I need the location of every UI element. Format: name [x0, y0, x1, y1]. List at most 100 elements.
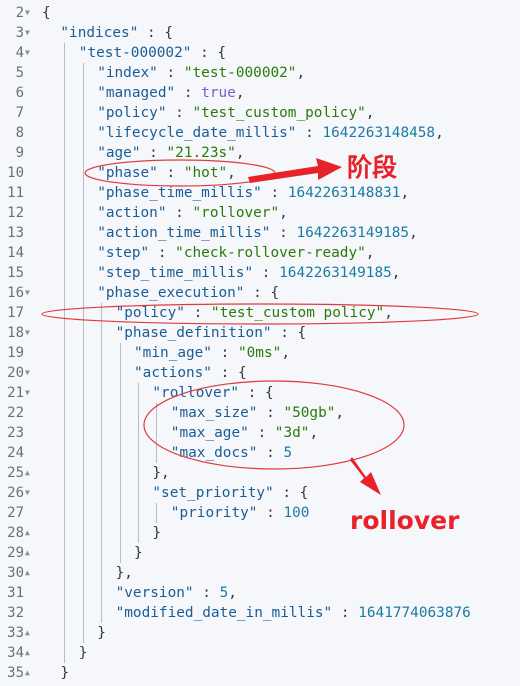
fold-collapse-icon[interactable]: ▼	[25, 283, 34, 303]
code-line: 33 ▲}	[0, 623, 520, 643]
code-line: 10 "phase" : "hot",	[0, 163, 520, 183]
code-token: ,	[296, 65, 306, 81]
code-token: ,	[409, 225, 418, 241]
code-line: 15 "step_time_millis" : 1642263149185,	[0, 263, 520, 283]
fold-expand-icon[interactable]: ▲	[25, 563, 34, 583]
code-token: ,	[235, 145, 245, 161]
fold-collapse-icon[interactable]: ▼	[25, 383, 34, 403]
json-response-editor[interactable]: 2 ▼{3 ▼ "indices" : {4 ▼ "test-000002" : {5 "i…	[0, 0, 520, 686]
code-line: 5 "index" : "test-000002",	[0, 63, 520, 83]
code-line: 12 "action" : "rollover",	[0, 203, 520, 223]
code-token: ,	[235, 85, 245, 101]
code-token: :	[157, 65, 184, 81]
line-number: 22	[7, 405, 24, 421]
fold-collapse-icon[interactable]: ▼	[25, 483, 34, 503]
code-token: "phase_definition"	[115, 325, 272, 341]
code-token: :	[248, 425, 275, 441]
code-token: "managed"	[97, 85, 176, 101]
fold-expand-icon[interactable]: ▲	[25, 463, 34, 483]
line-number: 12	[7, 205, 24, 221]
line-number: 18	[7, 325, 24, 341]
code-token: 1642263148458	[322, 125, 436, 141]
code-token: "50gb"	[283, 405, 336, 421]
code-line: 6 "managed" : true,	[0, 83, 520, 103]
line-number: 23	[7, 425, 24, 441]
code-token: :	[184, 305, 211, 321]
code-text: "managed" : true,	[97, 83, 244, 103]
code-line: 29 ▲}	[0, 543, 520, 563]
code-token: :	[261, 185, 288, 201]
fold-expand-icon[interactable]: ▲	[25, 623, 34, 643]
code-token: "test_custom_policy"	[192, 105, 366, 121]
code-token: : {	[191, 45, 227, 61]
code-token: "max_age"	[170, 425, 249, 441]
code-token: : {	[239, 385, 274, 401]
fold-expand-icon[interactable]: ▲	[25, 643, 34, 663]
fold-collapse-icon[interactable]: ▼	[25, 323, 34, 343]
code-token: "age"	[97, 145, 141, 161]
fold-collapse-icon[interactable]: ▼	[25, 3, 34, 23]
line-number: 33	[7, 625, 24, 641]
code-token: :	[211, 345, 238, 361]
line-number: 30	[7, 565, 24, 581]
code-text: }	[97, 623, 106, 643]
code-line: 18 ▼ "phase_definition" : {	[0, 323, 520, 343]
code-token: "rollover"	[192, 205, 280, 221]
line-number: 9	[15, 145, 24, 161]
code-text: "rollover" : {	[152, 383, 273, 403]
code-line: 14 "step" : "check-rollover-ready",	[0, 243, 520, 263]
code-line: 34 ▲}	[0, 643, 520, 663]
line-number: 17	[7, 305, 24, 321]
line-number: 27	[7, 505, 24, 521]
code-text: "max_docs" : 5	[171, 443, 292, 463]
line-number: 8	[15, 125, 24, 141]
fold-collapse-icon[interactable]: ▼	[25, 43, 34, 63]
code-token: 5	[219, 585, 229, 601]
line-number: 32	[7, 605, 24, 621]
code-token: ,	[365, 245, 375, 261]
line-number: 29	[7, 545, 24, 561]
fold-collapse-icon[interactable]: ▼	[25, 363, 34, 383]
fold-expand-icon[interactable]: ▲	[25, 543, 34, 563]
code-token: :	[257, 505, 284, 521]
line-number: 15	[7, 265, 24, 281]
code-token: "set_priority"	[152, 485, 274, 501]
fold-expand-icon[interactable]: ▲	[25, 523, 34, 543]
code-token: "max_docs"	[170, 445, 258, 461]
line-number: 14	[7, 245, 24, 261]
code-token: ,	[435, 125, 444, 141]
code-text: "age" : "21.23s",	[97, 143, 244, 163]
code-text: "phase_execution" : {	[97, 283, 279, 303]
line-number: 26	[7, 485, 24, 501]
rollover-annotation-label: rollover	[350, 506, 460, 535]
fold-expand-icon[interactable]: ▲	[25, 663, 34, 683]
line-number: 21	[7, 385, 24, 401]
code-token: "lifecycle_date_millis"	[97, 125, 297, 141]
code-text: "indices" : {	[60, 23, 173, 43]
code-text: "action_time_millis" : 1642263149185,	[97, 223, 418, 243]
code-text: "step" : "check-rollover-ready",	[97, 243, 374, 263]
code-text: "phase_definition" : {	[116, 323, 307, 343]
code-token: true	[201, 85, 236, 101]
code-text: "priority" : 100	[171, 503, 310, 523]
code-token: "check-rollover-ready"	[175, 245, 366, 261]
code-text: "lifecycle_date_millis" : 1642263148458,	[97, 123, 444, 143]
code-token: 5	[283, 445, 293, 461]
line-number: 11	[7, 185, 24, 201]
fold-collapse-icon[interactable]: ▼	[25, 23, 34, 43]
code-text: "step_time_millis" : 1642263149185,	[97, 263, 400, 283]
code-text: {	[42, 3, 51, 23]
code-token: "test_custom policy"	[210, 305, 385, 321]
line-number: 24	[7, 445, 24, 461]
code-token: :	[175, 85, 202, 101]
line-number: 4	[15, 45, 24, 61]
code-token: }	[60, 665, 70, 681]
code-token: 1642263149185	[279, 265, 392, 281]
code-line: 35 ▲}	[0, 663, 520, 683]
line-number: 7	[15, 105, 24, 121]
code-text: },	[152, 463, 169, 483]
code-token: ,	[227, 165, 236, 181]
code-token: "priority"	[170, 505, 258, 521]
code-token: "phase_execution"	[97, 285, 245, 301]
code-line: 19 "min_age" : "0ms",	[0, 343, 520, 363]
